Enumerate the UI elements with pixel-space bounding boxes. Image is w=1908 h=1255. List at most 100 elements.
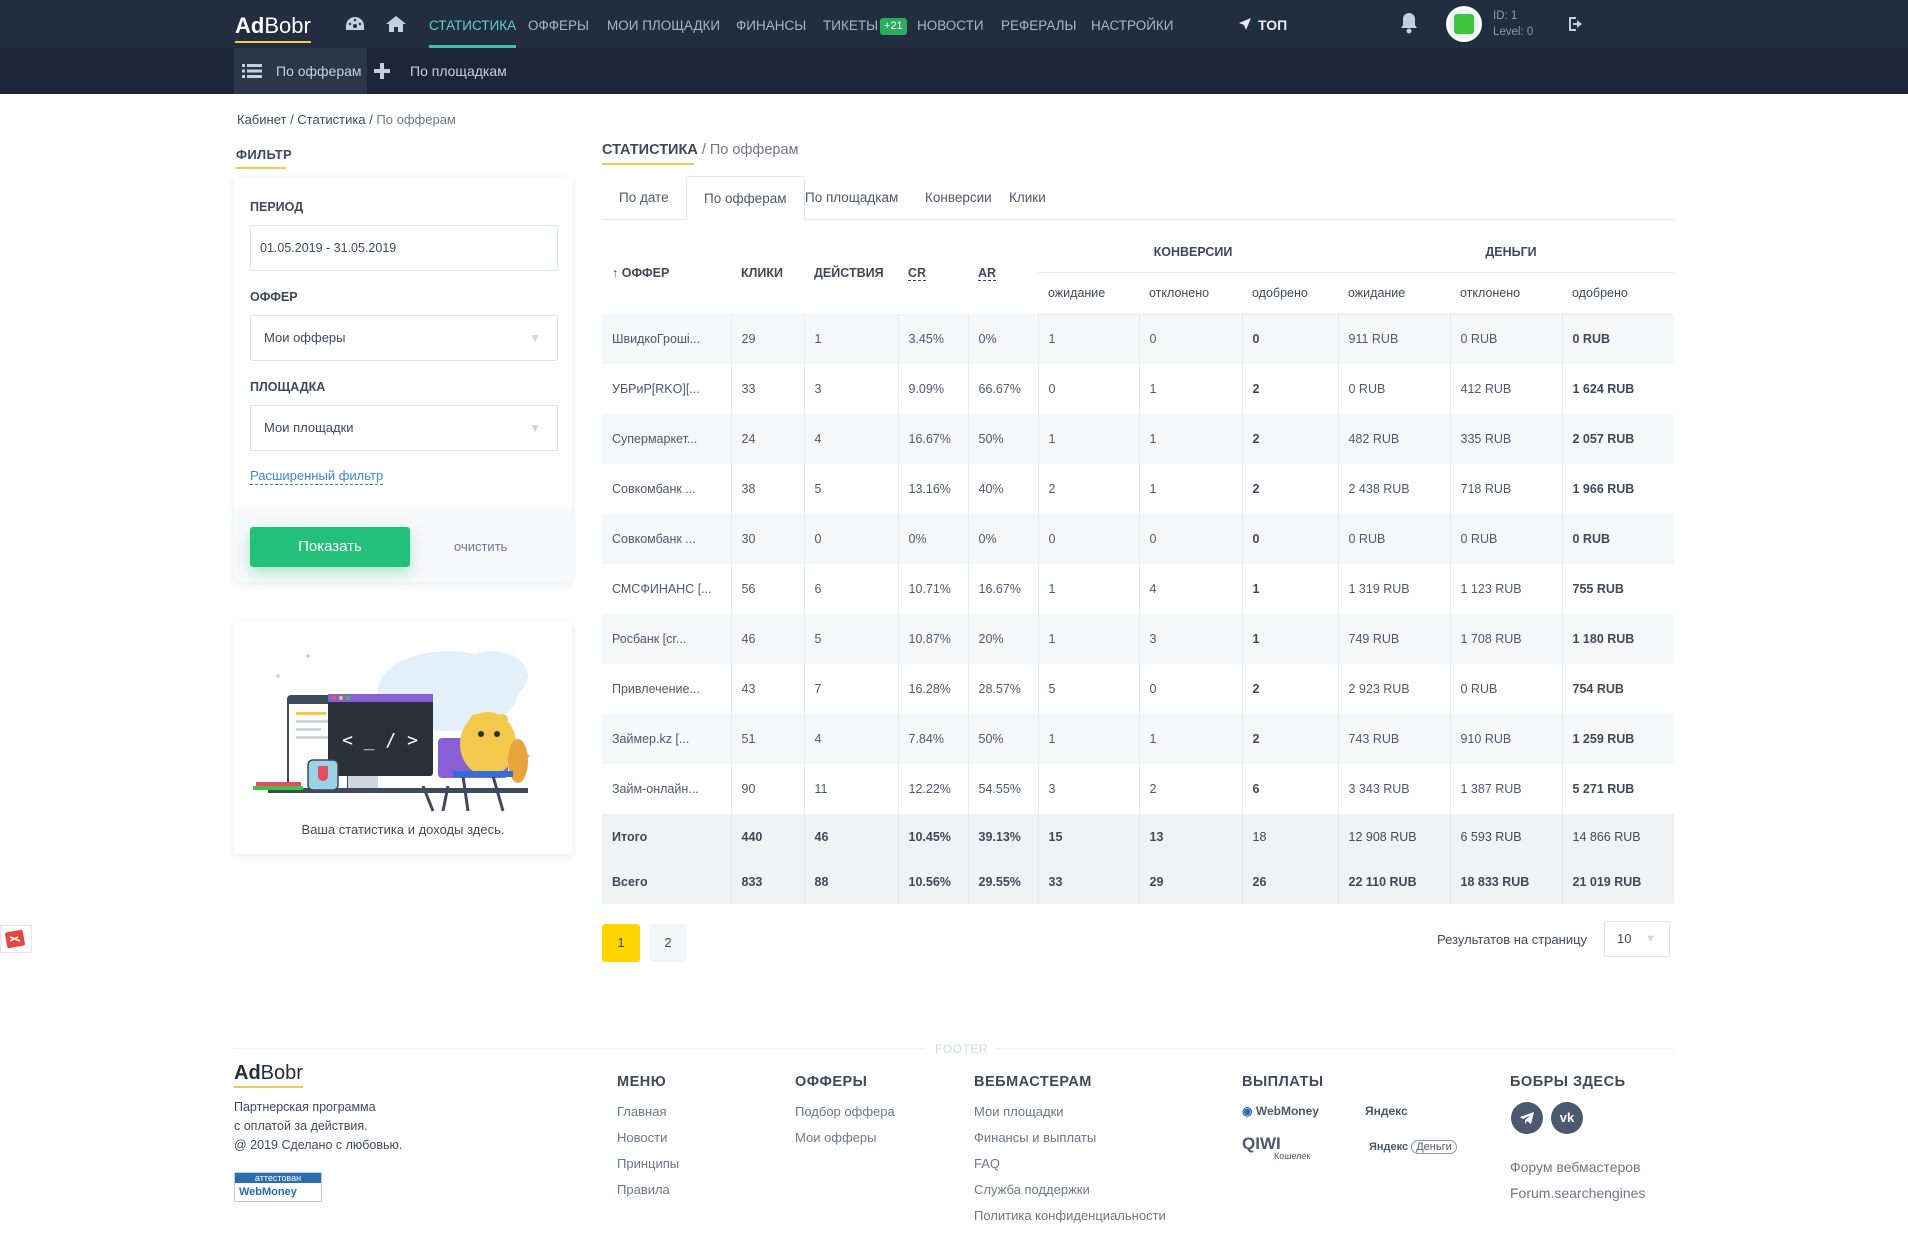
col-money-rejected[interactable]: отклонено [1450, 272, 1562, 315]
telegram-icon[interactable] [1511, 1102, 1543, 1134]
footer-link-principles[interactable]: Принципы [617, 1151, 679, 1177]
nav-settings[interactable]: Настройки [1091, 0, 1173, 48]
home-icon[interactable] [385, 14, 407, 34]
footer-link-rules[interactable]: Правила [617, 1177, 679, 1203]
col-cr[interactable]: CR [898, 232, 968, 314]
clear-button[interactable]: очистить [454, 527, 507, 567]
cell-money-approved: 1 966 RUB [1561, 464, 1674, 514]
subtab-by-sites[interactable]: По площадкам [368, 48, 507, 94]
footer-link-faq[interactable]: FAQ [974, 1151, 1166, 1177]
cell-actions: 7 [803, 664, 898, 714]
cell-ar: 66.67% [967, 364, 1038, 414]
cell-offer[interactable]: Совкомбанк ... [602, 464, 731, 514]
vk-icon[interactable]: vk [1551, 1102, 1583, 1134]
cell-offer[interactable]: УБРиР[RKO][... [602, 364, 731, 414]
footer-logo[interactable]: AdBobr [234, 1062, 303, 1088]
period-label: ПЕРИОД [250, 200, 304, 214]
nav-news[interactable]: Новости [917, 0, 984, 48]
show-button[interactable]: Показать [250, 527, 410, 567]
cell-money-rejected: 335 RUB [1449, 414, 1562, 464]
cell-money-approved: 1 180 RUB [1561, 614, 1674, 664]
footer-link-offer-selection[interactable]: Подбор оффера [795, 1099, 895, 1125]
cell-conv-approved: 0 [1241, 314, 1338, 364]
cell-ar: 50% [967, 714, 1038, 764]
cell-ar: 54.55% [967, 764, 1038, 814]
cell-conv-pending: 1 [1037, 714, 1139, 764]
period-input[interactable]: 01.05.2019 - 31.05.2019 [250, 225, 558, 271]
nav-referrals[interactable]: Рефералы [1001, 0, 1077, 48]
col-conv-pending[interactable]: ожидание [1038, 272, 1139, 315]
nav-tickets[interactable]: Тикеты +21 [823, 0, 907, 48]
avatar[interactable] [1446, 6, 1482, 42]
page-1-button[interactable]: 1 [602, 924, 640, 962]
dashboard-icon[interactable] [344, 14, 366, 34]
footer-link-support[interactable]: Служба поддержки [974, 1177, 1166, 1203]
col-money-approved[interactable]: одобрено [1562, 272, 1674, 315]
subtotal-row: Итого 440 46 10.45% 39.13% 15 13 18 12 908 RUB 6 … [602, 814, 1674, 859]
breadcrumb-home[interactable]: Кабинет [237, 112, 286, 127]
table-row: Привлечение... 43 7 16.28% 28.57% 5 0 2 2 923 RU… [602, 664, 1674, 714]
cell-offer[interactable]: Совкомбанк ... [602, 514, 731, 564]
breadcrumb-section[interactable]: Статистика [297, 112, 365, 127]
col-offer[interactable]: ↑ ОФФЕР [602, 232, 731, 314]
advanced-filter-link[interactable]: Расширенный фильтр [250, 468, 384, 485]
col-ar[interactable]: AR [968, 232, 1038, 314]
nav-my-sites[interactable]: Мои площадки [607, 0, 720, 48]
bell-icon[interactable] [1399, 12, 1419, 34]
brand-logo[interactable]: AdBobr [235, 13, 311, 43]
webmoney-certificate[interactable]: аттестован WebMoney [234, 1172, 322, 1202]
footer-link-privacy[interactable]: Политика конфиденциальности [974, 1203, 1166, 1229]
cell-clicks: 43 [730, 664, 804, 714]
table-row: УБРиР[RKO][... 33 3 9.09% 66.67% 0 1 2 0 RUB 412 … [602, 364, 1674, 414]
list-icon [242, 64, 262, 78]
cell-money-pending: 482 RUB [1337, 414, 1450, 464]
cell-conv-pending: 1 [1037, 614, 1139, 664]
cell-conv-approved: 2 [1241, 364, 1338, 414]
footer-link-searchengines[interactable]: Forum.searchengines [1510, 1180, 1645, 1206]
cell-ar: 16.67% [967, 564, 1038, 614]
cell-money-approved: 0 RUB [1561, 314, 1674, 364]
footer-link-forum[interactable]: Форум вебмастеров [1510, 1154, 1645, 1180]
total-cell-conv-pending: 15 [1037, 814, 1139, 859]
offer-select[interactable]: Мои офферы [250, 315, 558, 361]
footer-link-home[interactable]: Главная [617, 1099, 679, 1125]
col-actions[interactable]: ДЕЙСТВИЯ [804, 232, 898, 314]
cell-offer[interactable]: СМСФИНАНС [... [602, 564, 731, 614]
col-clicks[interactable]: КЛИКИ [731, 232, 804, 314]
tab-by-sites[interactable]: По площадкам [788, 176, 915, 220]
total-cell-ar: 39.13% [967, 814, 1038, 859]
cell-offer[interactable]: Росбанк [cr... [602, 614, 731, 664]
subtab-by-offers[interactable]: По офферам [234, 48, 367, 94]
nav-offers[interactable]: Офферы [528, 0, 589, 48]
tab-by-offers[interactable]: По офферам [686, 176, 805, 220]
tab-by-date[interactable]: По дате [602, 176, 686, 220]
cell-offer[interactable]: Займ-онлайн... [602, 764, 731, 814]
top-link[interactable]: ТОП [1238, 0, 1287, 48]
cell-offer[interactable]: Займер.kz [... [602, 714, 731, 764]
cell-offer[interactable]: Супермаркет... [602, 414, 731, 464]
cell-offer[interactable]: ШвидкоГроші... [602, 314, 731, 364]
cell-actions: 6 [803, 564, 898, 614]
footer-link-my-offers[interactable]: Мои офферы [795, 1125, 895, 1151]
side-widget[interactable] [0, 925, 32, 953]
total-cell-ar: 29.55% [967, 859, 1038, 904]
nav-finances[interactable]: Финансы [736, 0, 806, 48]
footer-link-my-sites[interactable]: Мои площадки [974, 1099, 1166, 1125]
footer-link-finance[interactable]: Финансы и выплаты [974, 1125, 1166, 1151]
beaver-illustration: < _ / > [253, 651, 530, 812]
site-select[interactable]: Мои площадки [250, 405, 558, 451]
cell-money-rejected: 910 RUB [1449, 714, 1562, 764]
cell-conv-pending: 1 [1037, 564, 1139, 614]
tab-clicks[interactable]: Клики [992, 176, 1063, 220]
page-2-button[interactable]: 2 [649, 924, 687, 962]
per-page-select[interactable]: 10 [1604, 921, 1670, 957]
nav-statistics[interactable]: Статистика [429, 0, 517, 48]
col-conv-rejected[interactable]: отклонено [1139, 272, 1242, 315]
logout-icon[interactable] [1567, 16, 1585, 32]
col-conv-approved[interactable]: одобрено [1242, 272, 1338, 315]
footer-label: FOOTER [927, 1042, 996, 1056]
footer-link-news[interactable]: Новости [617, 1125, 679, 1151]
total-cell-money-rejected: 6 593 RUB [1449, 814, 1562, 859]
cell-offer[interactable]: Привлечение... [602, 664, 731, 714]
col-money-pending[interactable]: ожидание [1338, 272, 1450, 315]
